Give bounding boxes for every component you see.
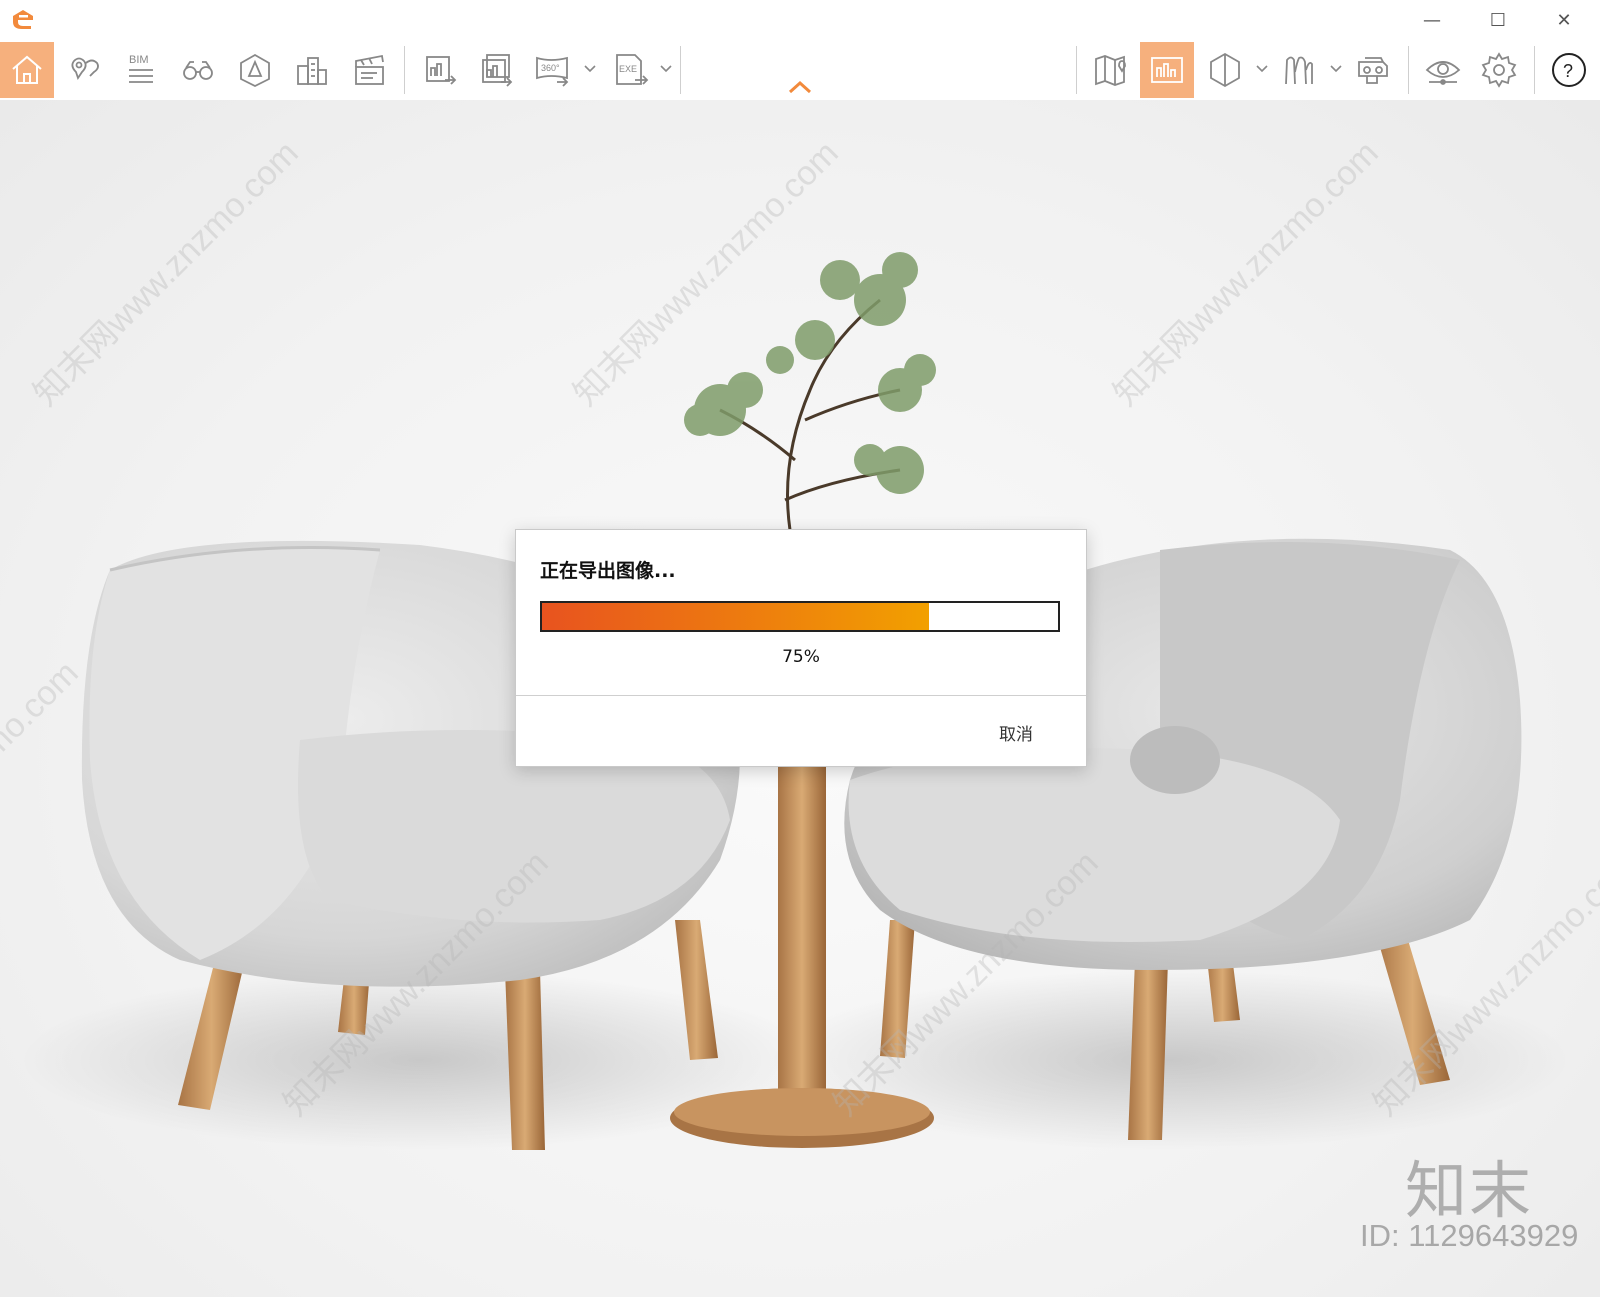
toolbar-separator [680,46,681,94]
view-button[interactable] [1416,42,1470,98]
binoculars-button[interactable] [171,42,225,98]
location-button[interactable] [57,42,111,98]
location-pin-icon [71,57,99,81]
help-button[interactable]: ? [1542,42,1596,98]
clapperboard-icon [355,54,384,85]
chevron-down-icon [1256,65,1268,73]
gear-icon [1481,52,1517,88]
eye-icon [1425,61,1461,85]
settings-button[interactable] [1472,42,1526,98]
dialog-title: 正在导出图像... [540,560,676,582]
animation-button[interactable] [342,42,396,98]
minimize-button[interactable]: — [1400,0,1464,40]
perspective-button[interactable] [228,42,282,98]
brand-watermark: 知末 [1405,1154,1534,1227]
toolbar-separator [1076,46,1077,94]
section-cube-icon [1210,52,1240,88]
people-dropdown[interactable] [1328,58,1344,80]
export-batch-button[interactable] [470,42,524,98]
vr-headset-icon [1358,57,1388,84]
title-bar: — ☐ ✕ [0,0,1600,40]
people-button[interactable] [1272,42,1326,98]
export-360-dropdown[interactable] [582,58,598,80]
export-360-icon: 360° [536,56,569,87]
app-logo-icon [13,10,33,29]
cancel-button[interactable]: 取消 [986,720,1046,750]
gallery-icon [1151,57,1183,83]
help-label: ? [1563,61,1573,81]
dialog-divider [516,695,1086,696]
export-exe-icon: EXE [616,54,649,85]
toolbar-separator [1408,46,1409,94]
progress-bar [540,601,1060,632]
bim-label: BIM [129,54,149,66]
buildings-icon [297,57,327,85]
progress-percent: 75% [782,647,820,667]
home-button[interactable] [0,42,54,98]
brand-id-watermark: ID: 1129643929 [1360,1218,1579,1253]
export-exe-dropdown[interactable] [658,58,674,80]
close-button[interactable]: ✕ [1532,0,1596,40]
progress-bar-fill [542,603,929,630]
toolbar-separator [404,46,405,94]
home-icon [12,55,42,84]
export-image-button[interactable] [414,42,468,98]
export-360-button[interactable]: 360° [526,42,580,98]
gallery-button[interactable] [1140,42,1194,98]
perspective-cube-icon [240,53,270,88]
export-exe-button[interactable]: EXE [604,42,658,98]
vr-button[interactable] [1346,42,1400,98]
section-button[interactable] [1198,42,1252,98]
table-stem [778,740,826,1100]
chevron-down-icon [660,65,672,73]
bim-button[interactable]: BIM [114,42,168,98]
export-exe-label: EXE [619,64,637,74]
buildings-button[interactable] [285,42,339,98]
bim-icon: BIM [129,54,153,83]
export-batch-icon [482,54,513,87]
export-360-label: 360° [541,63,560,73]
export-progress-dialog: 正在导出图像... 75% 取消 [515,529,1087,767]
plant-leaves [684,252,936,494]
chevron-down-icon [1330,65,1342,73]
main-toolbar: BIM 360° EXE ? [0,40,1600,101]
section-dropdown[interactable] [1254,58,1270,80]
toolbar-separator [1534,46,1535,94]
people-icon [1285,56,1313,85]
collapse-toolbar-chevron-icon[interactable] [787,78,813,96]
map-icon [1095,55,1126,86]
help-icon: ? [1552,53,1586,87]
map-button[interactable] [1084,42,1138,98]
binoculars-icon [183,61,213,80]
chevron-down-icon [584,65,596,73]
maximize-button[interactable]: ☐ [1466,0,1530,40]
export-image-icon [426,56,457,85]
